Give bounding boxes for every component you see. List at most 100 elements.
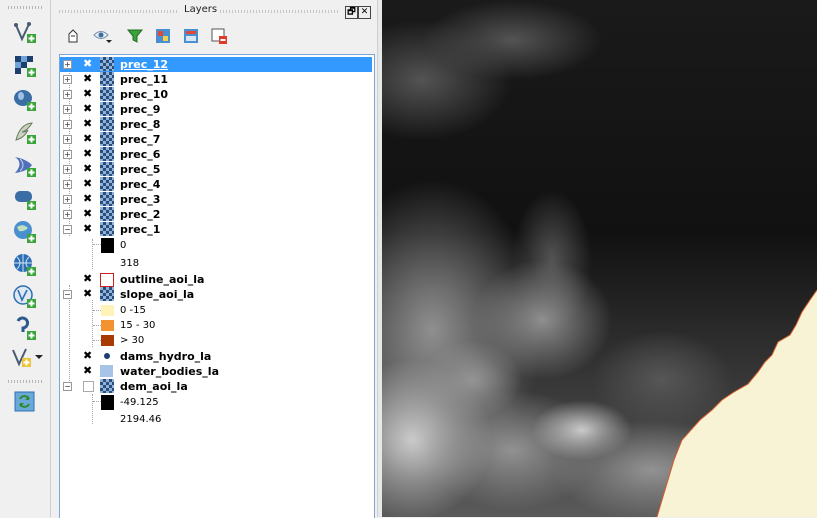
layer-visibility-checkbox[interactable]: ✖ (83, 163, 92, 174)
layer-visibility-checkbox[interactable]: ✖ (83, 118, 92, 129)
collapse-all-button[interactable] (181, 26, 201, 46)
layer-row-prec-9[interactable]: + ✖ prec_9 (60, 102, 372, 117)
layer-visibility-checkbox[interactable]: ✖ (83, 193, 92, 204)
add-wfs-layer-button[interactable] (10, 283, 40, 311)
toolbar-grip[interactable] (8, 6, 42, 9)
raster-layer-icon (100, 287, 114, 301)
remove-layer-button[interactable] (209, 26, 229, 46)
layer-visibility-checkbox[interactable] (83, 381, 94, 392)
point-symbol-icon (104, 353, 110, 359)
layer-name: prec_8 (120, 118, 161, 131)
collapse-toggle[interactable]: − (63, 225, 72, 234)
layer-row-prec-1[interactable]: − ✖ prec_1 (60, 222, 372, 237)
add-spatialite-layer-button[interactable] (10, 119, 40, 147)
raster-layer-icon (100, 72, 114, 86)
layer-row-outline-aoi-la[interactable]: ✖ outline_aoi_la (60, 272, 372, 287)
new-vector-layer-dropdown[interactable] (8, 343, 46, 371)
legend-value-max: 2194.46 (120, 414, 162, 425)
layer-row-water-bodies-la[interactable]: ✖ water_bodies_la (60, 364, 372, 379)
layer-name: prec_2 (120, 208, 161, 221)
raster-layer-icon (100, 379, 114, 393)
layer-row-prec-4[interactable]: + ✖ prec_4 (60, 177, 372, 192)
expand-toggle[interactable]: + (63, 60, 72, 69)
add-oracle-layer-button[interactable] (10, 185, 40, 213)
add-wms-layer-button[interactable] (10, 218, 40, 246)
layer-name: prec_12 (120, 58, 169, 71)
expand-toggle[interactable]: + (63, 90, 72, 99)
expand-toggle[interactable]: + (63, 150, 72, 159)
expand-toggle[interactable]: + (63, 135, 72, 144)
layer-row-prec-11[interactable]: + ✖ prec_11 (60, 72, 372, 87)
layer-row-slope-aoi-la[interactable]: − ✖ slope_aoi_la (60, 287, 372, 302)
layer-visibility-checkbox[interactable]: ✖ (83, 103, 92, 114)
expand-toggle[interactable]: + (63, 165, 72, 174)
layer-row-prec-2[interactable]: + ✖ prec_2 (60, 207, 372, 222)
filter-legend-button[interactable] (125, 26, 145, 46)
layer-visibility-checkbox[interactable]: ✖ (83, 365, 92, 376)
layer-visibility-checkbox[interactable]: ✖ (83, 58, 92, 69)
add-raster-layer-button[interactable] (10, 52, 40, 80)
layer-row-dem-aoi-la[interactable]: − dem_aoi_la (60, 379, 372, 394)
add-delimited-text-button[interactable] (10, 315, 40, 343)
layer-name: prec_10 (120, 88, 169, 101)
layer-visibility-checkbox[interactable]: ✖ (83, 273, 92, 284)
raster-layer-icon (100, 87, 114, 101)
open-layer-styling-button[interactable] (63, 26, 83, 46)
collapse-toggle[interactable]: − (63, 382, 72, 391)
float-panel-button[interactable]: 🗗 (345, 6, 358, 19)
layer-row-prec-3[interactable]: + ✖ prec_3 (60, 192, 372, 207)
expand-toggle[interactable]: + (63, 195, 72, 204)
title-grip-left (59, 10, 177, 13)
layer-name: prec_4 (120, 178, 161, 191)
remove-layer-icon (211, 28, 227, 44)
add-wcs-layer-icon (14, 254, 36, 276)
raster-layer-icon (100, 162, 114, 176)
layer-visibility-checkbox[interactable]: ✖ (83, 208, 92, 219)
add-wcs-layer-button[interactable] (10, 251, 40, 279)
add-mssql-layer-button[interactable] (10, 152, 40, 180)
collapse-toggle[interactable]: − (63, 290, 72, 299)
layer-row-prec-8[interactable]: + ✖ prec_8 (60, 117, 372, 132)
panel-title: Layers (184, 4, 218, 15)
close-panel-button[interactable]: ✕ (358, 6, 371, 19)
raster-layer-icon (100, 147, 114, 161)
layer-visibility-checkbox[interactable]: ✖ (83, 73, 92, 84)
layer-row-prec-7[interactable]: + ✖ prec_7 (60, 132, 372, 147)
expand-all-button[interactable] (153, 26, 173, 46)
layer-visibility-checkbox[interactable]: ✖ (83, 288, 92, 299)
raster-layer-icon (100, 222, 114, 236)
layers-panel-toolbar (55, 22, 377, 50)
layer-name: dams_hydro_la (120, 350, 212, 363)
layer-name: prec_11 (120, 73, 169, 86)
layer-visibility-checkbox[interactable]: ✖ (83, 178, 92, 189)
layer-row-dams-hydro-la[interactable]: ✖ dams_hydro_la (60, 349, 372, 364)
raster-layer-icon (100, 192, 114, 206)
expand-all-icon (156, 29, 170, 43)
layer-visibility-checkbox[interactable]: ✖ (83, 88, 92, 99)
layer-row-prec-6[interactable]: + ✖ prec_6 (60, 147, 372, 162)
tree-line (93, 325, 101, 326)
expand-toggle[interactable]: + (63, 180, 72, 189)
tree-line (93, 244, 101, 245)
expand-toggle[interactable]: + (63, 120, 72, 129)
layer-visibility-checkbox[interactable]: ✖ (83, 350, 92, 361)
refresh-button[interactable] (10, 388, 40, 416)
layer-visibility-checkbox[interactable]: ✖ (83, 148, 92, 159)
expand-toggle[interactable]: + (63, 210, 72, 219)
expand-toggle[interactable]: + (63, 105, 72, 114)
map-canvas[interactable] (382, 0, 817, 517)
layer-row-prec-5[interactable]: + ✖ prec_5 (60, 162, 372, 177)
add-wfs-layer-icon (13, 285, 36, 308)
layer-visibility-checkbox[interactable]: ✖ (83, 223, 92, 234)
expand-toggle[interactable]: + (63, 75, 72, 84)
manage-visibility-button[interactable] (93, 26, 113, 46)
add-vector-layer-button[interactable] (10, 18, 40, 46)
add-postgis-layer-icon (14, 90, 36, 111)
layer-name: prec_3 (120, 193, 161, 206)
add-postgis-layer-button[interactable] (10, 86, 40, 114)
toolbar-grip-2[interactable] (8, 380, 42, 383)
layer-row-prec-12[interactable]: + ✖ prec_12 (60, 57, 372, 72)
layer-row-prec-10[interactable]: + ✖ prec_10 (60, 87, 372, 102)
panel-title-bar[interactable]: Layers 🗗 ✕ (55, 4, 377, 19)
layer-visibility-checkbox[interactable]: ✖ (83, 133, 92, 144)
